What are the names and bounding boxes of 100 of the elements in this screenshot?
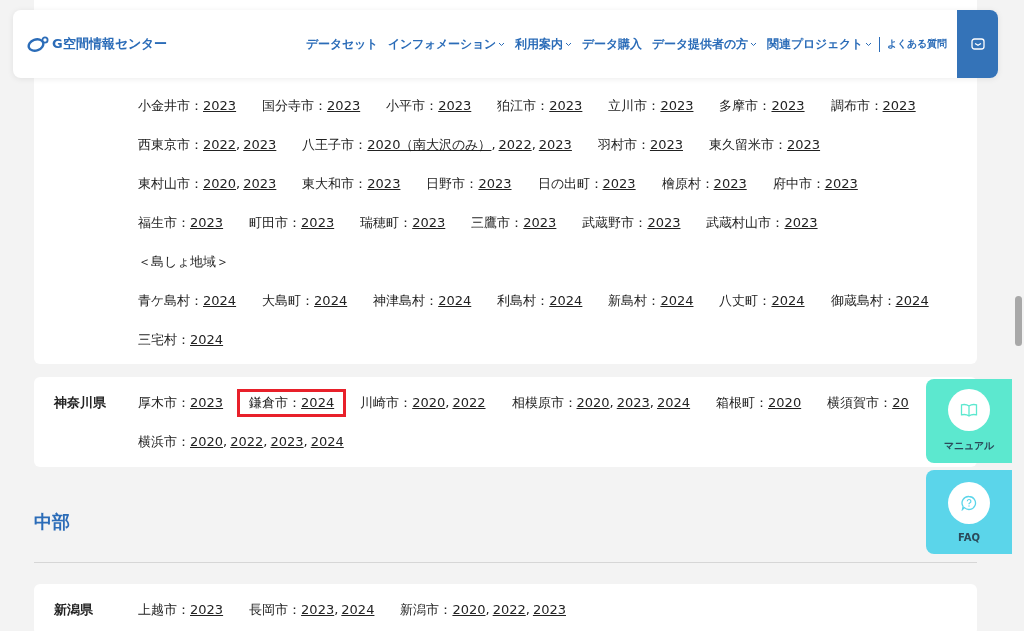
logo-icon[interactable] [27, 36, 49, 52]
year-link[interactable]: 2022 [492, 600, 526, 619]
manual-button[interactable]: マニュアル [926, 379, 1012, 463]
year-link[interactable]: 2024 [549, 291, 583, 310]
year-link[interactable]: 2023 [412, 213, 446, 232]
year-link[interactable]: 2023 [713, 174, 747, 193]
comma: , [445, 393, 450, 412]
year-link[interactable]: 2023 [660, 96, 694, 115]
city-name: 町田市： [249, 213, 302, 232]
city-name: 檜原村： [661, 174, 714, 193]
year-link[interactable]: 2023 [243, 174, 277, 193]
city-name: 三宅村： [138, 330, 190, 349]
city-name: 東村山市： [138, 174, 203, 193]
year-link[interactable]: 2023 [882, 96, 916, 115]
city-name: 武蔵村山市： [706, 213, 785, 232]
year-link[interactable]: 2023 [438, 96, 472, 115]
year-link[interactable]: 2024 [438, 291, 472, 310]
comma: , [236, 135, 241, 154]
year-link[interactable]: 2023 [523, 213, 557, 232]
year-link[interactable]: 20 [892, 393, 909, 412]
city-name: 瑞穂町： [360, 213, 413, 232]
city-name: 福生市： [138, 213, 190, 232]
nav-link[interactable]: 利用案内 [515, 35, 572, 53]
city-name: 箱根町： [716, 393, 769, 412]
year-link[interactable]: 2020 [190, 432, 224, 451]
chevron-icon [498, 41, 505, 47]
city-name: 東久留米市： [709, 135, 787, 154]
year-link[interactable]: 2023 [301, 213, 335, 232]
city-name: 御蔵島村： [830, 291, 896, 310]
city-name: 多摩市： [719, 96, 772, 115]
nav-link[interactable]: データ購入 [582, 35, 642, 53]
year-link[interactable]: 2023 [203, 96, 237, 115]
city-name: 日野市： [426, 174, 479, 193]
year-link[interactable]: 2023 [243, 135, 277, 154]
comma: , [334, 600, 339, 619]
year-link[interactable]: 2023 [367, 174, 401, 193]
year-link[interactable]: 2024 [301, 393, 335, 412]
city-name: 東大和市： [302, 174, 368, 193]
year-link[interactable]: 2023 [190, 213, 224, 232]
year-link[interactable]: 2023 [532, 600, 566, 619]
year-link[interactable]: 2023 [787, 135, 821, 154]
year-link[interactable]: 2023 [649, 135, 683, 154]
year-link[interactable]: 2023 [616, 393, 650, 412]
year-link[interactable]: 2023 [647, 213, 681, 232]
year-link[interactable]: 2023 [824, 174, 858, 193]
year-link[interactable]: 2023 [602, 174, 636, 193]
contact-button[interactable] [957, 10, 998, 78]
year-link[interactable]: 2023 [190, 393, 224, 412]
faq-link[interactable]: よくある質問 [887, 37, 947, 51]
faq-button[interactable]: FAQ [926, 470, 1012, 554]
year-link[interactable]: 2023 [478, 174, 512, 193]
year-link[interactable]: 2020 [203, 174, 237, 193]
year-link[interactable]: 2024 [657, 393, 691, 412]
year-link[interactable]: 2023 [784, 213, 818, 232]
year-link[interactable]: 2023 [771, 96, 805, 115]
city-name: 利島村： [497, 291, 550, 310]
year-link[interactable]: 2022 [498, 135, 532, 154]
nav-link[interactable]: 関連プロジェクト [767, 35, 872, 53]
year-link[interactable]: 2024 [341, 600, 375, 619]
prefecture-label: 神奈川県 [54, 394, 107, 412]
city-name: 新島村： [608, 291, 661, 310]
year-link[interactable]: 2023 [327, 96, 361, 115]
city-name: 立川市： [608, 96, 661, 115]
year-link[interactable]: 2022 [452, 393, 486, 412]
city-name: 長岡市： [249, 600, 302, 619]
year-link[interactable]: 2024 [203, 291, 237, 310]
year-link[interactable]: 2024 [310, 432, 344, 451]
city-name: 府中市： [772, 174, 825, 193]
logo-text[interactable]: G空間情報センター [52, 35, 167, 53]
comma: , [525, 600, 530, 619]
year-link[interactable]: 2020 [452, 600, 486, 619]
year-link[interactable]: 2022 [230, 432, 264, 451]
year-link[interactable]: 2020（南大沢のみ） [367, 135, 492, 154]
year-link[interactable]: 2024 [895, 291, 929, 310]
area-heading: ＜島しょ地域＞ [138, 252, 229, 271]
scrollbar[interactable] [1015, 296, 1022, 346]
city-name: 調布市： [830, 96, 883, 115]
year-link[interactable]: 2020 [768, 393, 802, 412]
nav-link[interactable]: インフォメーション [388, 35, 505, 53]
comma: , [531, 135, 536, 154]
city-name: 横須賀市： [827, 393, 893, 412]
year-link[interactable]: 2023 [549, 96, 583, 115]
city-name: 西東京市： [138, 135, 203, 154]
city-name: 狛江市： [497, 96, 550, 115]
year-link[interactable]: 2024 [190, 330, 224, 349]
book-icon [960, 403, 978, 417]
nav-link[interactable]: データセット [306, 35, 378, 53]
year-link[interactable]: 2022 [203, 135, 237, 154]
city-name: 横浜市： [138, 432, 190, 451]
year-link[interactable]: 2024 [771, 291, 805, 310]
year-link[interactable]: 2024 [314, 291, 348, 310]
nav-link[interactable]: データ提供者の方 [652, 35, 757, 53]
city-name: 小金井市： [138, 96, 203, 115]
year-link[interactable]: 2020 [576, 393, 610, 412]
city-name: 三鷹市： [471, 213, 524, 232]
help-icon [961, 494, 977, 511]
year-link[interactable]: 2023 [538, 135, 572, 154]
year-link[interactable]: 2023 [190, 600, 224, 619]
year-link[interactable]: 2024 [660, 291, 694, 310]
year-link[interactable]: 2023 [270, 432, 304, 451]
